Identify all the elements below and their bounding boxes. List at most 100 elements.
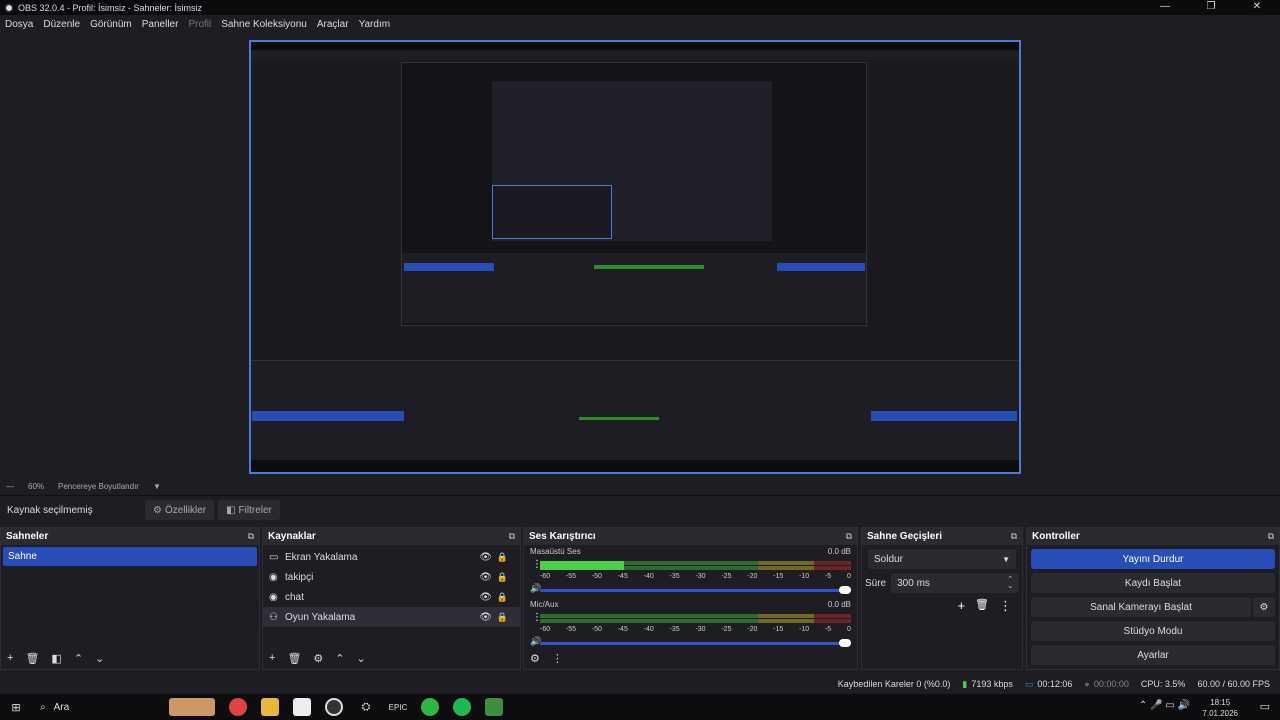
- lock-icon[interactable]: 🔒: [497, 592, 508, 603]
- menu-scene-collection[interactable]: Sahne Koleksiyonu: [221, 19, 307, 30]
- source-row[interactable]: ◉ chat 👁 🔒: [263, 587, 520, 607]
- windows-start-icon[interactable]: ⊞: [7, 698, 25, 716]
- studio-mode-button[interactable]: Stüdyo Modu: [1031, 621, 1275, 641]
- eye-icon[interactable]: 👁: [479, 572, 492, 583]
- eye-icon[interactable]: 👁: [479, 592, 492, 603]
- volume-slider[interactable]: [540, 639, 851, 647]
- widget-icon[interactable]: [169, 698, 215, 716]
- taskbar-search[interactable]: ⌕ Ara: [32, 702, 162, 713]
- undock-icon[interactable]: ⧉: [509, 531, 515, 542]
- undock-icon[interactable]: ⧉: [846, 531, 852, 542]
- preview-mixer-meter: [579, 417, 659, 420]
- program-preview[interactable]: [249, 40, 1021, 474]
- close-button[interactable]: ✕: [1234, 0, 1280, 15]
- maximize-button[interactable]: ❐: [1188, 0, 1234, 15]
- menu-docks[interactable]: Paneller: [142, 19, 179, 30]
- preview-docks: [251, 360, 1019, 470]
- menu-dots-icon[interactable]: ⋮: [999, 598, 1012, 614]
- start-recording-button[interactable]: Kaydı Başlat: [1031, 573, 1275, 593]
- duration-value: 300 ms: [897, 577, 930, 589]
- whatsapp-icon[interactable]: [421, 698, 439, 716]
- zoom-level[interactable]: 60%: [28, 482, 44, 491]
- menu-edit[interactable]: Düzenle: [43, 19, 80, 30]
- filters-button[interactable]: ◧ Filtreler: [218, 500, 280, 520]
- settings-button[interactable]: Ayarlar: [1031, 645, 1275, 665]
- scale-tick: -15: [773, 626, 784, 633]
- stop-streaming-button[interactable]: Yayını Durdur: [1031, 549, 1275, 569]
- scale-tick: -25: [721, 626, 732, 633]
- lock-icon[interactable]: 🔒: [497, 552, 508, 563]
- eye-icon[interactable]: 👁: [479, 612, 492, 623]
- chevron-up-icon[interactable]: ⌃: [335, 652, 344, 665]
- scenes-dock: Sahneler ⧉ Sahne + 🗑 ◧ ⌃ ⌄: [0, 527, 260, 670]
- source-row[interactable]: ⚇ Oyun Yakalama 👁 🔒: [263, 607, 520, 627]
- properties-button[interactable]: ⚙ Özellikler: [145, 500, 215, 520]
- lock-icon[interactable]: 🔒: [497, 572, 508, 583]
- scale-tick: 0: [846, 626, 851, 633]
- scale-tick: -35: [669, 626, 680, 633]
- stream-icon: ▭: [1024, 678, 1034, 689]
- zoom-toggle-icon[interactable]: —: [6, 482, 14, 491]
- menu-dots-icon[interactable]: ⋮: [552, 652, 563, 665]
- taskbar-clock[interactable]: 18:15 7.01.2026: [1202, 697, 1238, 719]
- spotify-icon[interactable]: [453, 698, 471, 716]
- duration-spinbox[interactable]: 300 ms ⌃ ⌄: [891, 573, 1020, 593]
- advanced-audio-gear-icon[interactable]: ⚙: [530, 652, 540, 665]
- preview-nested-stream-button: [777, 263, 865, 271]
- menu-tools[interactable]: Araçlar: [317, 19, 349, 30]
- trash-icon[interactable]: 🗑: [25, 652, 39, 665]
- virtual-camera-gear-icon[interactable]: ⚙: [1253, 597, 1275, 617]
- menu-file[interactable]: Dosya: [5, 19, 33, 30]
- start-virtual-camera-button[interactable]: Sanal Kamerayı Başlat: [1031, 597, 1251, 617]
- record-time: 00:00:00: [1093, 679, 1129, 689]
- transition-value: Soldur: [874, 553, 903, 565]
- zoom-mode[interactable]: Pencereye Boyutlandır: [58, 482, 139, 491]
- spin-arrows-icon[interactable]: ⌃ ⌄: [1007, 576, 1013, 590]
- undock-icon[interactable]: ⧉: [1268, 531, 1274, 542]
- scale-tick: -55: [565, 626, 577, 633]
- trash-icon[interactable]: 🗑: [287, 652, 301, 665]
- obs-taskbar-icon[interactable]: [325, 698, 343, 716]
- source-label: chat: [285, 591, 304, 603]
- level-meter: [540, 614, 851, 624]
- add-icon[interactable]: +: [269, 652, 275, 664]
- add-icon[interactable]: +: [7, 652, 13, 664]
- chevron-down-icon: ▼: [1002, 554, 1010, 564]
- track-db: 0.0 dB: [827, 547, 851, 556]
- undock-icon[interactable]: ⧉: [1011, 531, 1017, 542]
- source-row[interactable]: ◉ takipçi 👁 🔒: [263, 567, 520, 587]
- system-tray-icons[interactable]: ⌃ 🎤 ▭ 🔊: [1139, 700, 1190, 711]
- trash-icon[interactable]: 🗑: [975, 598, 989, 614]
- filters-label: Filtreler: [238, 504, 272, 516]
- preview-scene-item: [252, 411, 404, 421]
- lock-icon[interactable]: 🔒: [497, 612, 508, 623]
- transition-select[interactable]: Soldur ▼: [868, 549, 1016, 569]
- chevron-down-icon[interactable]: ⌄: [357, 652, 366, 665]
- notification-icon[interactable]: ▭: [1260, 700, 1270, 713]
- filter-icon[interactable]: ◧: [51, 652, 61, 665]
- minecraft-icon[interactable]: [485, 698, 503, 716]
- minimize-button[interactable]: —: [1142, 0, 1188, 15]
- scene-item[interactable]: Sahne: [3, 547, 257, 566]
- menu-profile[interactable]: Profil: [188, 19, 211, 30]
- volume-slider[interactable]: [540, 586, 851, 594]
- chevron-up-icon[interactable]: ⌃: [74, 652, 83, 665]
- chevron-down-icon[interactable]: ▼: [153, 482, 161, 491]
- epic-games-icon[interactable]: EPIC: [389, 698, 408, 716]
- eye-icon[interactable]: 👁: [479, 552, 492, 563]
- source-label: Oyun Yakalama: [285, 611, 356, 623]
- menu-view[interactable]: Görünüm: [90, 19, 132, 30]
- store-icon[interactable]: [293, 698, 311, 716]
- scale-tick: -5: [824, 573, 832, 580]
- add-icon[interactable]: +: [957, 598, 965, 614]
- file-explorer-icon[interactable]: [261, 698, 279, 716]
- scale-tick: -20: [747, 573, 758, 580]
- undock-icon[interactable]: ⧉: [248, 531, 254, 542]
- chrome-icon[interactable]: [229, 698, 247, 716]
- menu-help[interactable]: Yardım: [359, 19, 391, 30]
- chevron-down-icon[interactable]: ⌄: [95, 652, 104, 665]
- context-bar: Kaynak seçilmemiş ⚙ Özellikler ◧ Filtreler: [0, 497, 1280, 523]
- steam-icon[interactable]: ⛭: [357, 698, 375, 716]
- gear-icon[interactable]: ⚙: [313, 652, 323, 665]
- source-row[interactable]: ▭ Ekran Yakalama 👁 🔒: [263, 547, 520, 567]
